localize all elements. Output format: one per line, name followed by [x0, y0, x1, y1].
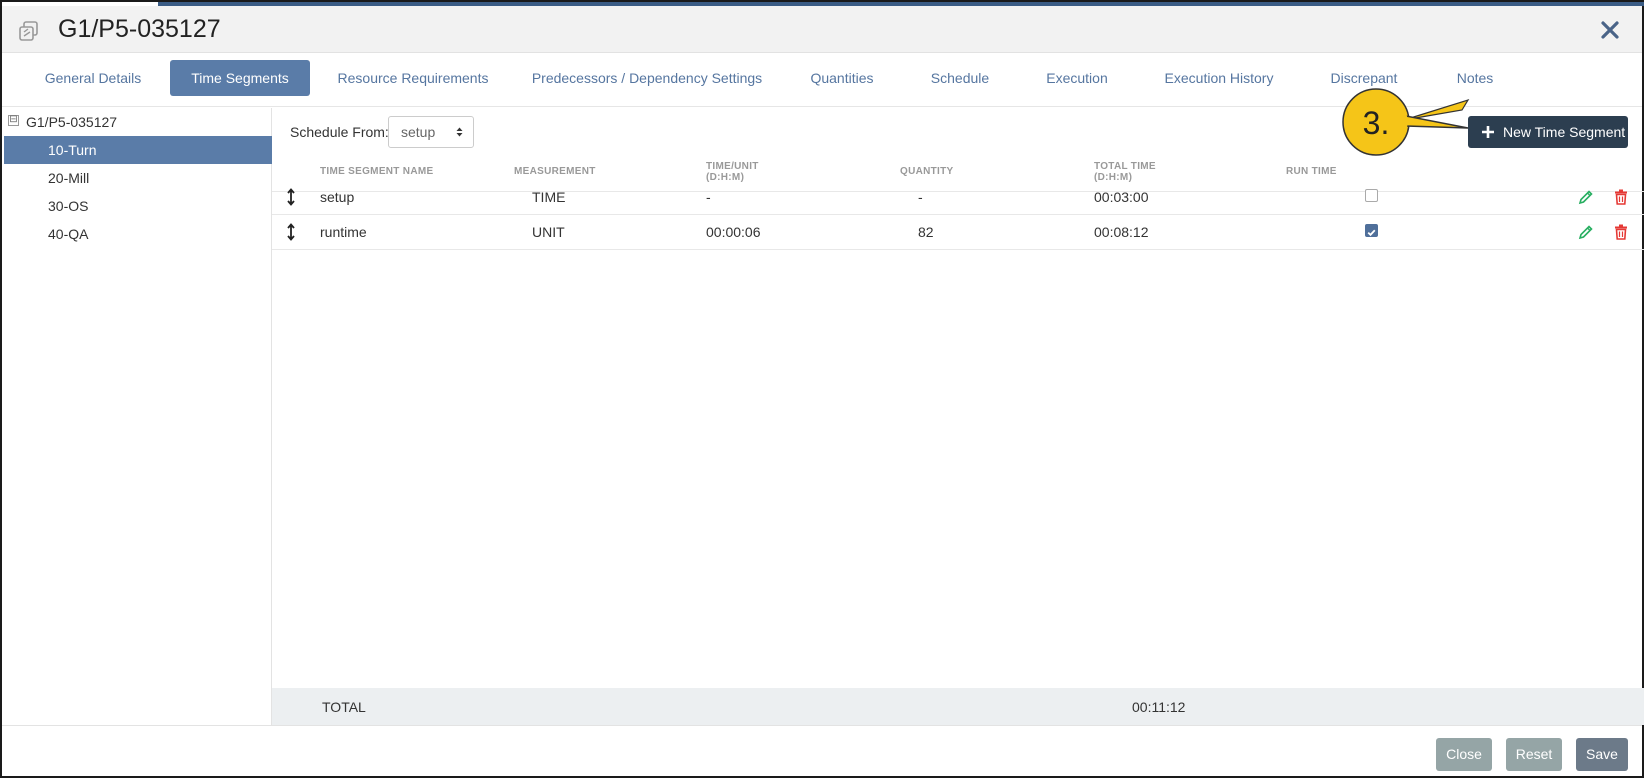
cell-time-unit: -: [706, 189, 711, 205]
tree-item-30-os[interactable]: 30-OS: [4, 192, 272, 220]
dialog-footer: Close Reset Save: [2, 725, 1642, 778]
new-time-segment-label: New Time Segment: [1503, 124, 1626, 140]
close-icon[interactable]: [1598, 18, 1622, 42]
tab-time-segments[interactable]: Time Segments: [170, 60, 310, 96]
header-total-time-line1: TOTAL TIME: [1094, 161, 1156, 172]
run-time-checkbox[interactable]: [1365, 224, 1378, 237]
dialog-window: G1/P5-035127 General Details Time Segmen…: [0, 0, 1644, 778]
edit-pencil-icon[interactable]: [1578, 224, 1594, 240]
collapse-toggle-icon[interactable]: ⊟: [8, 115, 19, 126]
drag-handle-icon[interactable]: [286, 188, 296, 206]
tab-execution-history[interactable]: Execution History: [1154, 60, 1284, 96]
operation-tree: ⊟ G1/P5-035127 10-Turn 20-Mill 30-OS 40-…: [4, 108, 272, 725]
reset-button[interactable]: Reset: [1506, 738, 1562, 771]
checkmark-icon: [1367, 229, 1376, 237]
select-caret-icon: [456, 127, 463, 137]
table-row[interactable]: runtime UNIT 00:00:06 82 00:08:12: [272, 214, 1644, 250]
drag-handle-icon[interactable]: [286, 223, 296, 241]
header-time-unit-line1: TIME/UNIT: [706, 161, 759, 172]
tab-resource-requirements[interactable]: Resource Requirements: [332, 60, 494, 96]
time-segments-panel: Schedule From: setup 3. New Time Segment…: [272, 88, 1644, 725]
header-measurement: MEASUREMENT: [514, 166, 596, 177]
cell-measurement: UNIT: [532, 224, 565, 240]
cell-name: setup: [320, 189, 355, 205]
trash-icon[interactable]: [1614, 224, 1628, 240]
cell-measurement: TIME: [532, 189, 566, 205]
tree-root-label: G1/P5-035127: [26, 114, 118, 130]
total-row: TOTAL 00:11:12: [272, 688, 1644, 725]
tab-schedule[interactable]: Schedule: [920, 60, 1000, 96]
header-run-time: RUN TIME: [1286, 166, 1337, 177]
tree-item-40-qa[interactable]: 40-QA: [4, 220, 272, 248]
schedule-from-value: setup: [401, 124, 436, 140]
tree-root[interactable]: ⊟ G1/P5-035127: [4, 108, 272, 136]
tree-item-10-turn[interactable]: 10-Turn: [4, 136, 272, 164]
dialog-title: G1/P5-035127: [58, 15, 221, 43]
plus-icon: [1482, 126, 1494, 138]
schedule-from-label: Schedule From:: [290, 124, 389, 140]
cell-quantity: -: [918, 189, 923, 205]
schedule-from-select[interactable]: setup: [388, 116, 474, 148]
cell-name: runtime: [320, 224, 367, 240]
cell-quantity: 82: [918, 224, 934, 240]
copy-window-icon: [19, 21, 38, 41]
tab-general-details[interactable]: General Details: [32, 60, 154, 96]
total-time-value: 00:11:12: [1132, 699, 1186, 715]
save-button[interactable]: Save: [1576, 738, 1628, 771]
header-quantity: QUANTITY: [900, 166, 954, 177]
trash-icon[interactable]: [1614, 189, 1628, 205]
cell-total-time: 00:03:00: [1094, 189, 1149, 205]
header-name: TIME SEGMENT NAME: [320, 166, 434, 177]
edit-pencil-icon[interactable]: [1578, 189, 1594, 205]
cell-total-time: 00:08:12: [1094, 224, 1149, 240]
total-label: TOTAL: [322, 699, 366, 715]
callout-number: 3.: [1363, 105, 1390, 141]
tab-execution[interactable]: Execution: [1036, 60, 1118, 96]
cell-time-unit: 00:00:06: [706, 224, 761, 240]
tree-item-20-mill[interactable]: 20-Mill: [4, 164, 272, 192]
dialog-header: G1/P5-035127: [2, 6, 1642, 53]
close-button[interactable]: Close: [1436, 738, 1492, 771]
tab-predecessors[interactable]: Predecessors / Dependency Settings: [530, 60, 764, 96]
run-time-checkbox[interactable]: [1365, 189, 1378, 202]
new-time-segment-button[interactable]: New Time Segment: [1468, 116, 1628, 148]
tab-quantities[interactable]: Quantities: [798, 60, 886, 96]
table-row[interactable]: setup TIME - - 00:03:00: [272, 179, 1644, 215]
